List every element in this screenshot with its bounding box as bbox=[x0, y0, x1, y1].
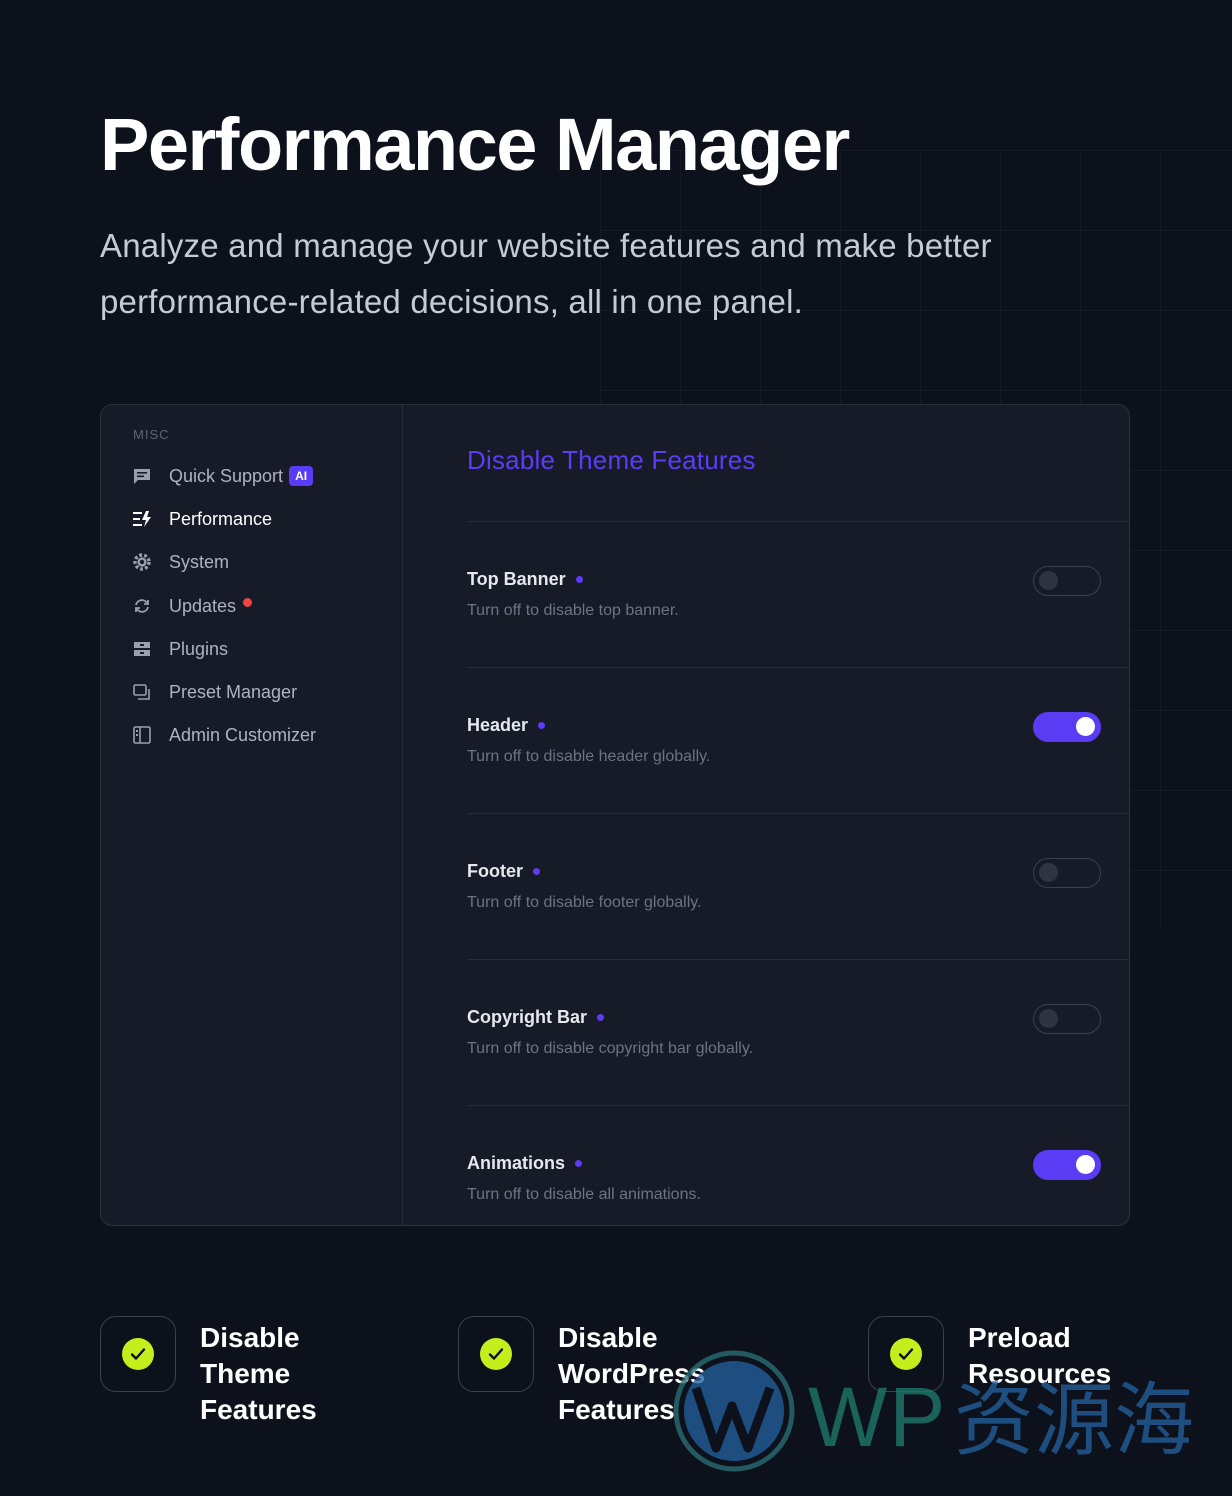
gear-icon bbox=[131, 551, 153, 573]
setting-description: Turn off to disable all animations. bbox=[467, 1186, 701, 1203]
setting-description: Turn off to disable header globally. bbox=[467, 748, 711, 765]
check-icon bbox=[122, 1338, 154, 1370]
divider bbox=[467, 521, 1129, 522]
settings-panel: MISC Quick Support AI Performance System bbox=[100, 404, 1130, 1226]
info-dot bbox=[597, 1014, 605, 1021]
page-subtitle: Analyze and manage your website features… bbox=[100, 227, 992, 320]
sidebar-item-preset-manager[interactable]: Preset Manager bbox=[131, 677, 297, 707]
divider bbox=[467, 1105, 1129, 1106]
layout-icon bbox=[131, 724, 153, 746]
setting-row-footer: Footer Turn off to disable footer global… bbox=[467, 858, 1129, 1007]
svg-text:WP: WP bbox=[808, 1370, 947, 1464]
sidebar-item-plugins[interactable]: Plugins bbox=[131, 634, 228, 664]
chat-icon bbox=[131, 465, 153, 487]
notification-dot bbox=[243, 597, 253, 607]
sidebar-item-label: Performance bbox=[169, 508, 273, 529]
setting-description: Turn off to disable footer globally. bbox=[467, 894, 702, 911]
sidebar-item-performance[interactable]: Performance bbox=[131, 504, 272, 534]
setting-title: Animations bbox=[467, 1153, 566, 1173]
sidebar-item-label: Plugins bbox=[169, 638, 229, 659]
sidebar-item-label: Admin Customizer bbox=[169, 724, 317, 745]
sidebar-item-label-wrap: Updates bbox=[169, 595, 253, 617]
toggle-knob bbox=[1039, 863, 1058, 882]
setting-title: Footer bbox=[467, 861, 523, 881]
divider bbox=[467, 667, 1129, 668]
setting-title: Header bbox=[467, 715, 529, 735]
plugins-icon bbox=[131, 638, 153, 660]
toggle-knob bbox=[1076, 1155, 1095, 1174]
performance-icon bbox=[131, 508, 153, 530]
ai-badge: AI bbox=[289, 466, 314, 486]
setting-title: Copyright Bar bbox=[467, 1007, 588, 1027]
divider bbox=[467, 813, 1129, 814]
setting-title-wrap: Top Banner bbox=[467, 569, 583, 590]
header-toggle[interactable] bbox=[1033, 712, 1101, 742]
footer-toggle[interactable] bbox=[1033, 858, 1101, 888]
divider bbox=[467, 959, 1129, 960]
setting-title-wrap: Animations bbox=[467, 1153, 583, 1174]
section-title: Disable Theme Features bbox=[467, 445, 756, 475]
check-icon bbox=[480, 1338, 512, 1370]
toggle-knob bbox=[1039, 571, 1058, 590]
setting-title-wrap: Copyright Bar bbox=[467, 1007, 605, 1028]
feature-icon-box bbox=[458, 1316, 534, 1392]
watermark-logo: WP 资源海 bbox=[673, 1350, 1194, 1472]
setting-title-wrap: Header bbox=[467, 715, 546, 736]
animations-toggle[interactable] bbox=[1033, 1150, 1101, 1180]
sidebar: MISC Quick Support AI Performance System bbox=[101, 405, 403, 1225]
setting-title-wrap: Footer bbox=[467, 861, 540, 882]
sidebar-item-label: Updates bbox=[169, 595, 237, 616]
page-title: Performance Manager bbox=[100, 103, 850, 186]
toggle-knob bbox=[1076, 717, 1095, 736]
setting-description: Turn off to disable copyright bar global… bbox=[467, 1040, 754, 1057]
setting-row-header: Header Turn off to disable header global… bbox=[467, 712, 1129, 861]
sidebar-item-label: Quick Support bbox=[169, 465, 284, 486]
toggle-knob bbox=[1039, 1009, 1058, 1028]
top-banner-toggle[interactable] bbox=[1033, 566, 1101, 596]
sidebar-item-label: System bbox=[169, 551, 230, 572]
sidebar-heading: MISC bbox=[133, 427, 170, 442]
sidebar-item-quick-support[interactable]: Quick Support AI bbox=[131, 461, 314, 491]
svg-text:资源海: 资源海 bbox=[954, 1374, 1194, 1467]
setting-row-animations: Animations Turn off to disable all anima… bbox=[467, 1150, 1129, 1225]
info-dot bbox=[533, 868, 540, 875]
setting-description: Turn off to disable top banner. bbox=[467, 602, 679, 619]
info-dot bbox=[575, 576, 583, 583]
preset-icon bbox=[131, 681, 153, 703]
sidebar-item-label: Preset Manager bbox=[169, 681, 298, 702]
copyright-bar-toggle[interactable] bbox=[1033, 1004, 1101, 1034]
info-dot bbox=[575, 1160, 583, 1167]
info-dot bbox=[538, 722, 546, 729]
sidebar-item-system[interactable]: System bbox=[131, 547, 229, 577]
feature-icon-box bbox=[100, 1316, 176, 1392]
setting-row-copyright-bar: Copyright Bar Turn off to disable copyri… bbox=[467, 1004, 1129, 1153]
feature-label: Disable Theme Features bbox=[200, 1322, 317, 1425]
refresh-icon bbox=[131, 595, 153, 617]
sidebar-item-updates[interactable]: Updates bbox=[131, 591, 253, 621]
setting-title: Top Banner bbox=[467, 569, 566, 589]
setting-row-top-banner: Top Banner Turn off to disable top banne… bbox=[467, 566, 1129, 715]
sidebar-item-admin-customizer[interactable]: Admin Customizer bbox=[131, 720, 316, 750]
